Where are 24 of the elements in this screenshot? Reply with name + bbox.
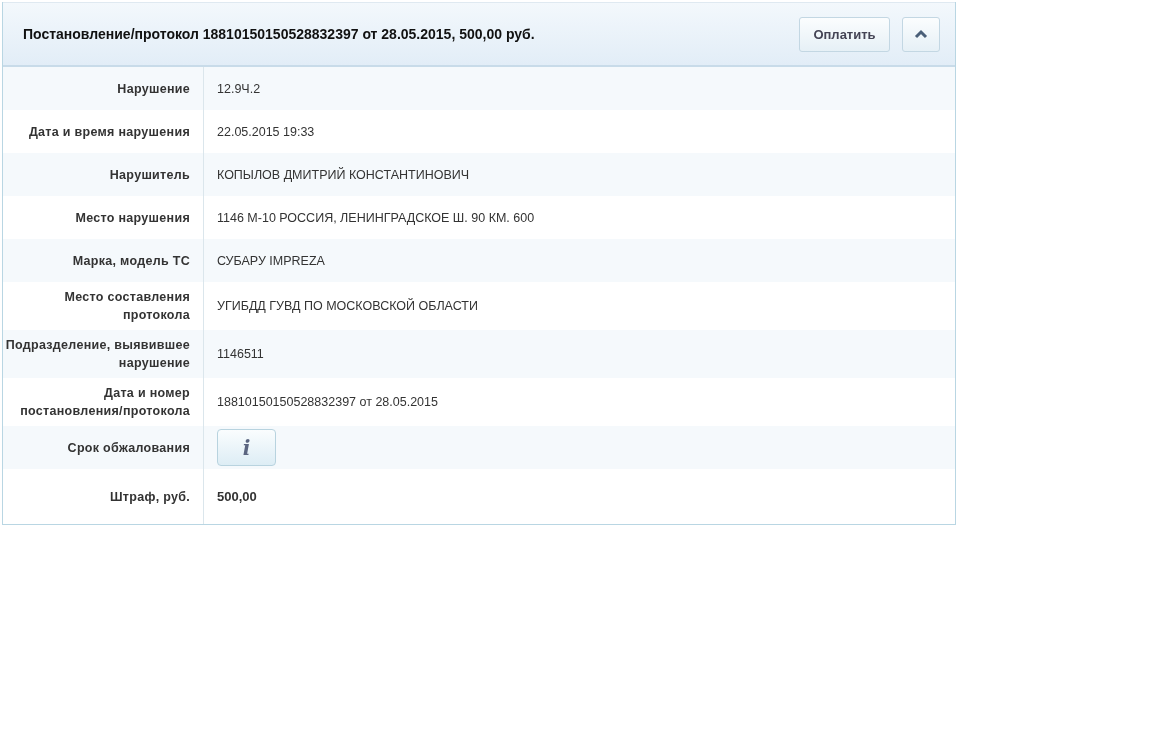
field-label: Марка, модель ТС (72, 252, 190, 270)
info-button[interactable]: i (217, 429, 276, 466)
field-label: Дата и номер постановления/протокола (19, 385, 190, 420)
field-value: 22.05.2015 19:33 (217, 124, 315, 139)
field-label: Штраф, руб. (109, 488, 190, 506)
field-value: УГИБДД ГУВД ПО МОСКОВСКОЙ ОБЛАСТИ (217, 299, 478, 313)
field-value: 18810150150528832397 от 28.05.2015 (217, 395, 438, 409)
field-value: 500,00 (217, 489, 257, 504)
field-label: Место составления протокола (63, 289, 190, 324)
pay-button[interactable]: Оплатить (799, 16, 890, 52)
field-label: Нарушитель (109, 166, 190, 184)
field-label: Подразделение, выявившее нарушение (4, 337, 190, 372)
field-value: СУБАРУ IMPREZA (217, 253, 325, 268)
field-label: Нарушение (117, 80, 190, 98)
collapse-button[interactable] (902, 16, 940, 52)
field-label: Срок обжалования (67, 439, 190, 457)
field-value: 1146511 (217, 347, 264, 361)
field-label: Дата и время нарушения (28, 123, 190, 141)
field-value: 12.9Ч.2 (217, 81, 261, 96)
field-value: КОПЫЛОВ ДМИТРИЙ КОНСТАНТИНОВИЧ (217, 167, 470, 182)
chevron-icon (914, 29, 928, 39)
panel-title: Постановление/протокол 18810150150528832397 от 28.05.2015, 500,00 руб. (23, 26, 536, 42)
field-label: Место нарушения (75, 209, 190, 227)
field-value: 1146 М-10 РОССИЯ, ЛЕНИНГРАДСКОЕ Ш. 90 КМ. 600 (217, 210, 535, 225)
